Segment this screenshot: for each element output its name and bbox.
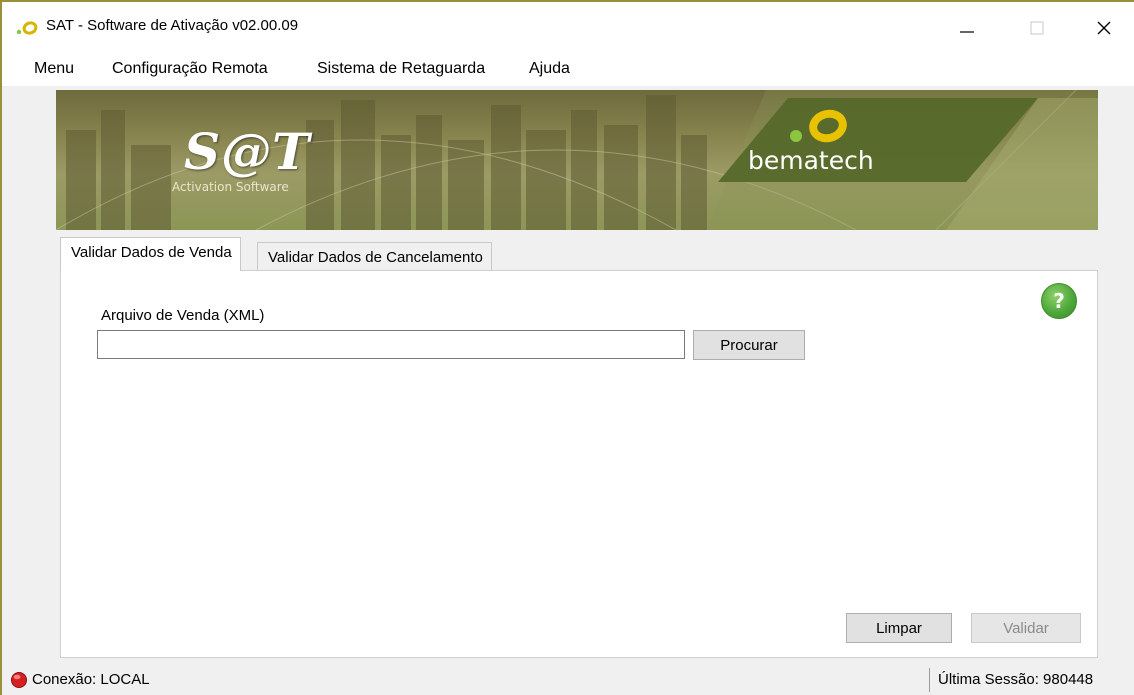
sales-file-label: Arquivo de Venda (XML) — [101, 307, 265, 324]
tab-validar-dados-de-venda[interactable]: Validar Dados de Venda — [60, 237, 241, 271]
menu-item-menu[interactable]: Menu — [34, 60, 74, 78]
connection-status-icon — [11, 672, 27, 688]
menu-item-sistema-de-retaguarda[interactable]: Sistema de Retaguarda — [317, 60, 485, 78]
help-button[interactable]: ? — [1041, 283, 1077, 319]
maximize-icon — [1030, 21, 1044, 35]
brand-name: bematech — [748, 146, 874, 175]
sales-file-input[interactable] — [97, 330, 685, 359]
validate-button[interactable]: Validar — [971, 613, 1081, 643]
close-icon — [1097, 21, 1111, 35]
maximize-button[interactable] — [1007, 2, 1067, 54]
window-title: SAT - Software de Ativação v02.00.09 — [46, 17, 299, 34]
browse-button[interactable]: Procurar — [693, 330, 805, 360]
app-window: SAT - Software de Ativação v02.00.09 Men… — [0, 0, 1134, 695]
menu-bar: Menu Configuração Remota Sistema de Reta… — [2, 54, 1134, 86]
minimize-button[interactable] — [937, 2, 997, 54]
menu-item-configuracao-remota[interactable]: Configuração Remota — [112, 60, 268, 78]
tab-validar-dados-de-cancelamento[interactable]: Validar Dados de Cancelamento — [257, 242, 492, 271]
status-bar: Conexão: LOCAL Última Sessão: 980448 — [2, 664, 1134, 695]
last-session-status: Última Sessão: 980448 — [938, 671, 1094, 688]
menu-item-ajuda[interactable]: Ajuda — [529, 60, 570, 78]
sat-logo-subtitle: Activation Software — [172, 180, 289, 194]
title-bar: SAT - Software de Ativação v02.00.09 — [2, 2, 1134, 54]
bematech-logo-icon — [790, 109, 847, 143]
connection-status: Conexão: LOCAL — [32, 671, 150, 688]
tab-panel: ? Arquivo de Venda (XML) Procurar Limpar… — [60, 270, 1098, 658]
minimize-icon — [960, 31, 974, 33]
clear-button[interactable]: Limpar — [846, 613, 952, 643]
header-banner: S@T Activation Software bematech — [56, 90, 1098, 230]
app-logo-icon — [16, 21, 38, 35]
sat-logo: S@T — [184, 122, 311, 181]
close-button[interactable] — [1074, 2, 1134, 54]
status-divider — [929, 668, 930, 692]
